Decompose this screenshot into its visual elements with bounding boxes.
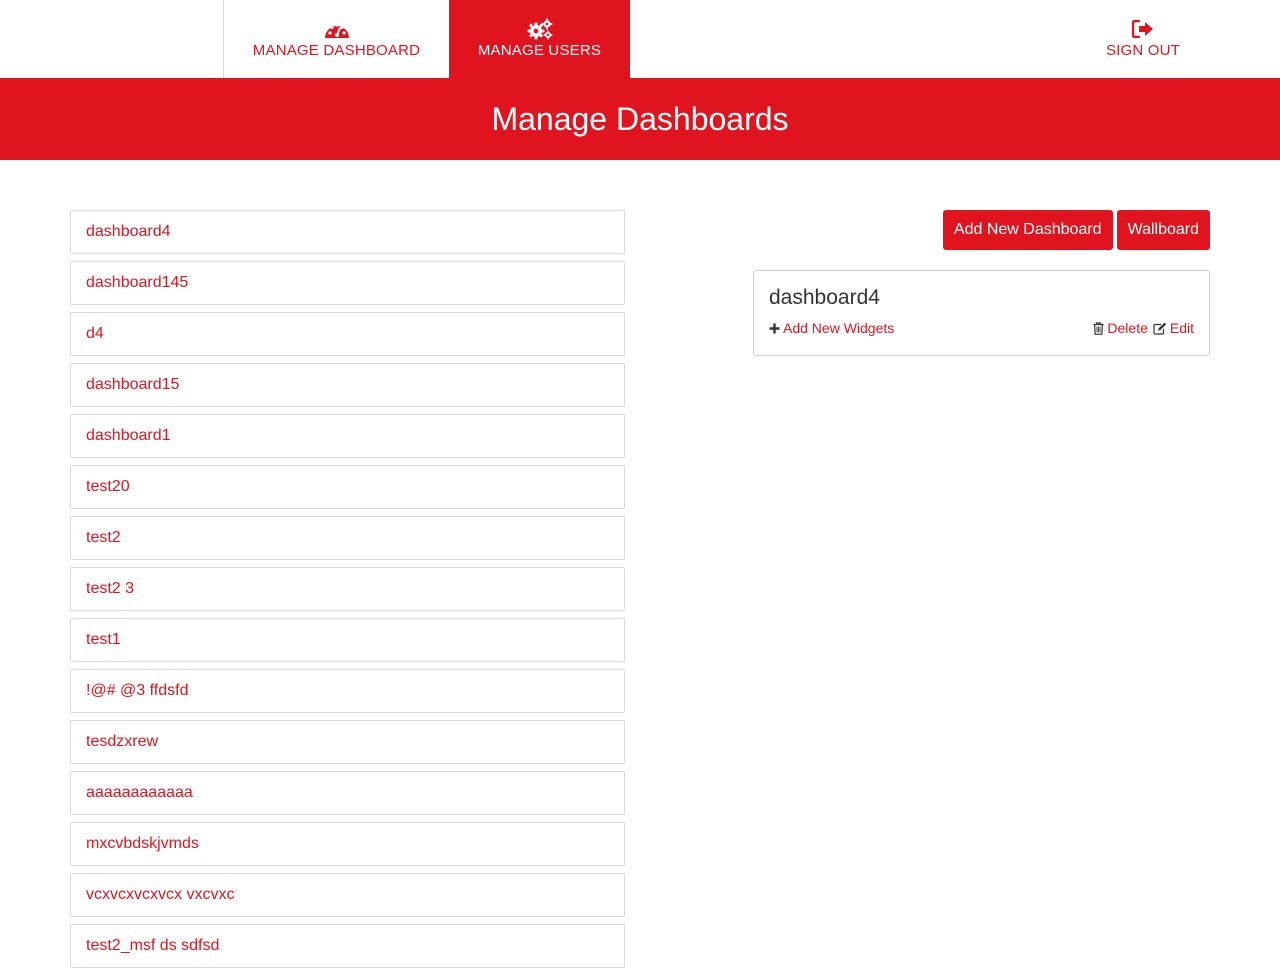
- list-item[interactable]: d4: [70, 312, 625, 356]
- list-item[interactable]: tesdzxrew: [70, 720, 625, 764]
- list-item[interactable]: test2_msf ds sdfsd: [70, 924, 625, 968]
- edit-label: Edit: [1169, 320, 1194, 336]
- dashboard-icon: [324, 18, 350, 40]
- list-item[interactable]: dashboard15: [70, 363, 625, 407]
- page-title: Manage Dashboards: [491, 100, 789, 137]
- trash-icon: [1093, 321, 1104, 335]
- edit-link[interactable]: Edit: [1153, 320, 1194, 336]
- plus-icon: [769, 323, 780, 334]
- cogs-icon: [527, 18, 553, 40]
- delete-link[interactable]: Delete: [1093, 320, 1148, 336]
- list-item[interactable]: aaaaaaaaaaaa: [70, 771, 625, 815]
- nav-manage-users[interactable]: MANAGE USERS: [449, 0, 630, 78]
- list-item[interactable]: !@# @3 ffdsfd: [70, 669, 625, 713]
- add-new-dashboard-button[interactable]: Add New Dashboard: [942, 210, 1113, 250]
- top-nav: MANAGE DASHBOARD MANAGE USERS SIGN OUT: [0, 0, 1280, 78]
- panel-title: dashboard4: [769, 286, 880, 309]
- edit-icon: [1153, 322, 1167, 335]
- wallboard-button[interactable]: Wallboard: [1116, 210, 1210, 250]
- list-item[interactable]: test2 3: [70, 567, 625, 611]
- list-item[interactable]: vcxvcxvcxvcx vxcvxc: [70, 873, 625, 917]
- sign-out-icon: [1132, 18, 1154, 40]
- list-item[interactable]: test2: [70, 516, 625, 560]
- nav-manage-dashboard[interactable]: MANAGE DASHBOARD: [224, 0, 449, 78]
- add-widgets-label: Add New Widgets: [783, 320, 895, 336]
- nav-sign-out[interactable]: SIGN OUT: [1080, 0, 1206, 78]
- nav-manage-dashboard-label: MANAGE DASHBOARD: [252, 42, 421, 59]
- action-buttons: Add New Dashboard Wallboard: [942, 210, 1210, 250]
- nav-manage-users-label: MANAGE USERS: [477, 42, 602, 59]
- dashboard-list: dashboard4 dashboard145 d4 dashboard15 d…: [70, 210, 625, 975]
- add-widgets-link[interactable]: Add New Widgets: [769, 320, 894, 336]
- panel-actions: Add New Widgets Delete Edit: [769, 320, 1194, 336]
- page-header-banner: Manage Dashboards: [0, 78, 1280, 160]
- nav-sign-out-label: SIGN OUT: [1105, 42, 1181, 59]
- list-item[interactable]: dashboard145: [70, 261, 625, 305]
- dashboard-detail-panel: dashboard4 Add New Widgets Delete Edit: [753, 270, 1210, 356]
- panel-right-actions: Delete Edit: [1093, 320, 1194, 336]
- list-item[interactable]: dashboard4: [70, 210, 625, 254]
- list-item[interactable]: test1: [70, 618, 625, 662]
- list-item[interactable]: test20: [70, 465, 625, 509]
- list-item[interactable]: mxcvbdskjvmds: [70, 822, 625, 866]
- list-item[interactable]: dashboard1: [70, 414, 625, 458]
- delete-label: Delete: [1107, 320, 1148, 336]
